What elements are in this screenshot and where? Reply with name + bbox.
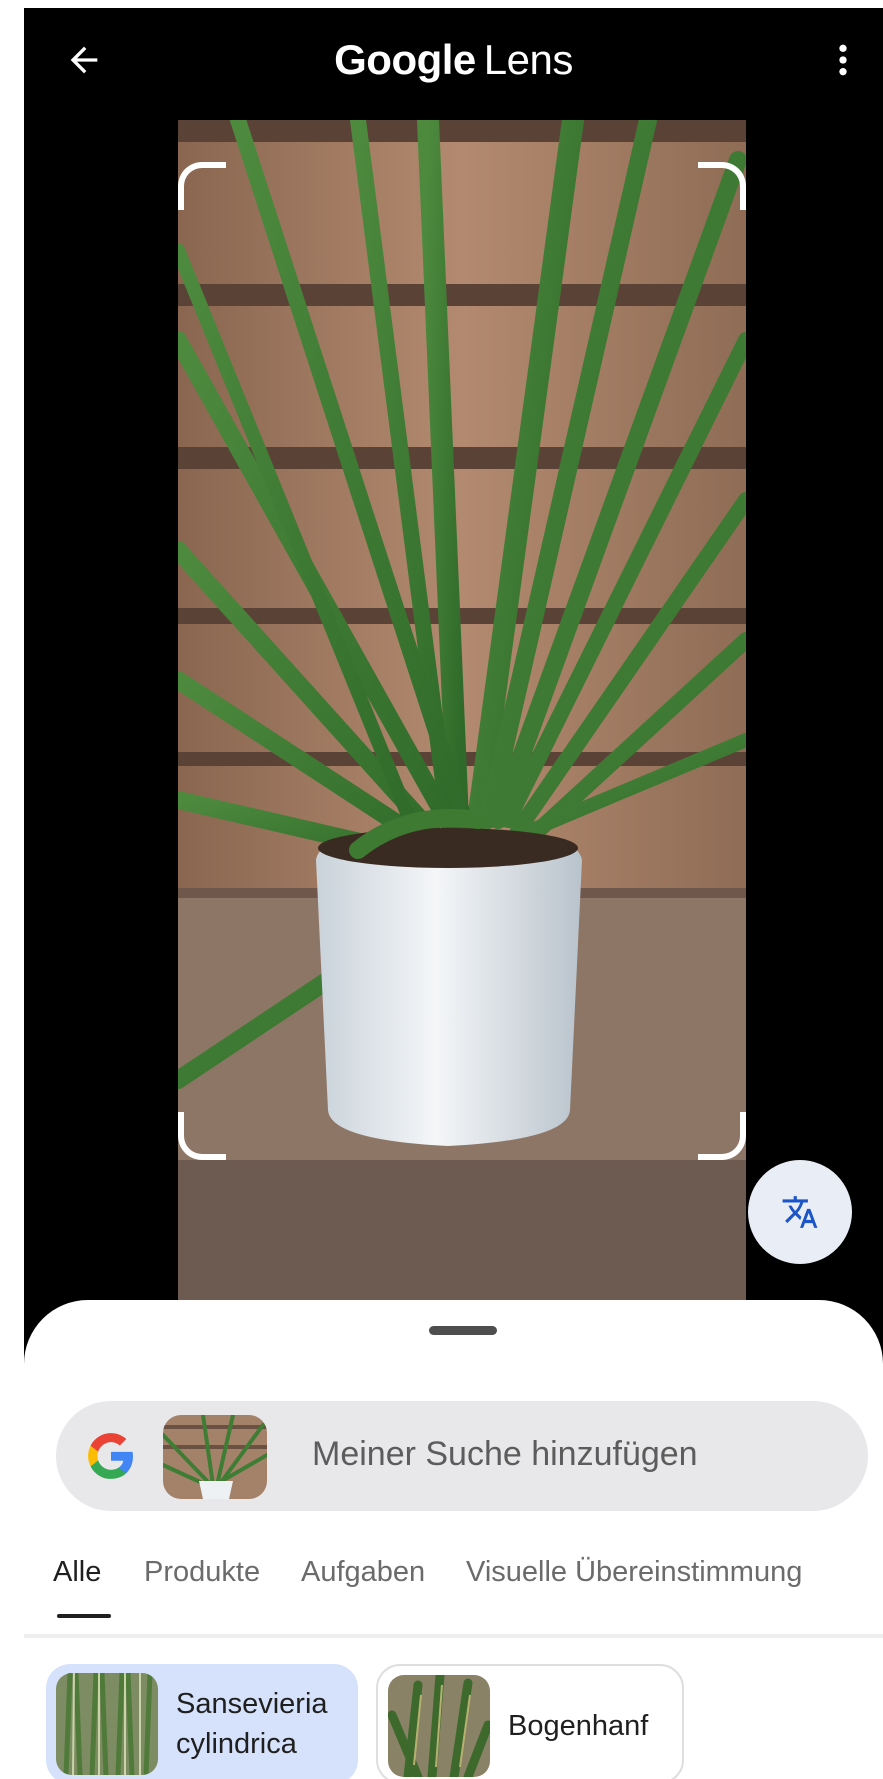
tabs-divider bbox=[24, 1634, 883, 1638]
crop-handle-top-right[interactable] bbox=[698, 162, 746, 210]
tab-aufgaben[interactable]: Aufgaben bbox=[301, 1556, 425, 1589]
crop-handle-bottom-right[interactable] bbox=[698, 1112, 746, 1160]
tab-active-indicator bbox=[57, 1614, 111, 1618]
tab-produkte[interactable]: Produkte bbox=[144, 1556, 260, 1589]
results-bottom-sheet: Meiner Suche hinzufügen Alle Produkte Au… bbox=[24, 1300, 883, 1779]
more-options-button[interactable] bbox=[813, 30, 873, 90]
chip-label: Sansevieria cylindrica bbox=[176, 1688, 328, 1760]
crop-handle-top-left[interactable] bbox=[178, 162, 226, 210]
tab-alle[interactable]: Alle bbox=[53, 1556, 101, 1589]
result-chip-sansevieria[interactable]: Sansevieria cylindrica bbox=[46, 1664, 358, 1779]
translate-icon bbox=[782, 1196, 818, 1228]
sansevieria-thumbnail-image bbox=[56, 1673, 158, 1775]
bogenhanf-thumbnail-image bbox=[388, 1675, 490, 1777]
chip-thumbnail bbox=[56, 1673, 158, 1775]
plant-thumbnail-image bbox=[163, 1415, 267, 1499]
google-g-icon bbox=[88, 1433, 133, 1479]
search-bar[interactable]: Meiner Suche hinzufügen bbox=[56, 1401, 868, 1511]
chip-label: Bogenhanf bbox=[508, 1710, 649, 1742]
app-title-product: Lens bbox=[483, 36, 574, 83]
crop-handle-bottom-left[interactable] bbox=[178, 1112, 226, 1160]
plant-photo-image bbox=[178, 120, 746, 1308]
translate-button[interactable] bbox=[748, 1160, 852, 1264]
screen-edge bbox=[0, 0, 24, 1779]
sheet-drag-handle[interactable] bbox=[429, 1326, 497, 1335]
result-tabs: Alle Produkte Aufgaben Visuelle Übereins… bbox=[24, 1556, 883, 1620]
captured-photo[interactable] bbox=[178, 120, 746, 1308]
result-chip-bogenhanf[interactable]: Bogenhanf bbox=[376, 1664, 684, 1779]
tab-visuelle-uebereinstimmung[interactable]: Visuelle Übereinstimmung bbox=[466, 1556, 802, 1589]
more-vert-icon bbox=[839, 44, 847, 76]
search-image-thumbnail[interactable] bbox=[163, 1415, 267, 1499]
app-title: Google Lens bbox=[24, 36, 883, 84]
image-viewer: Google Lens bbox=[24, 8, 883, 1368]
chip-thumbnail bbox=[388, 1675, 490, 1777]
search-placeholder: Meiner Suche hinzufügen bbox=[312, 1435, 698, 1473]
top-app-bar: Google Lens bbox=[24, 8, 883, 112]
lens-screen: Google Lens Meiner Suche hinzufügen Alle… bbox=[0, 0, 883, 1779]
app-title-brand: Google bbox=[334, 36, 476, 83]
